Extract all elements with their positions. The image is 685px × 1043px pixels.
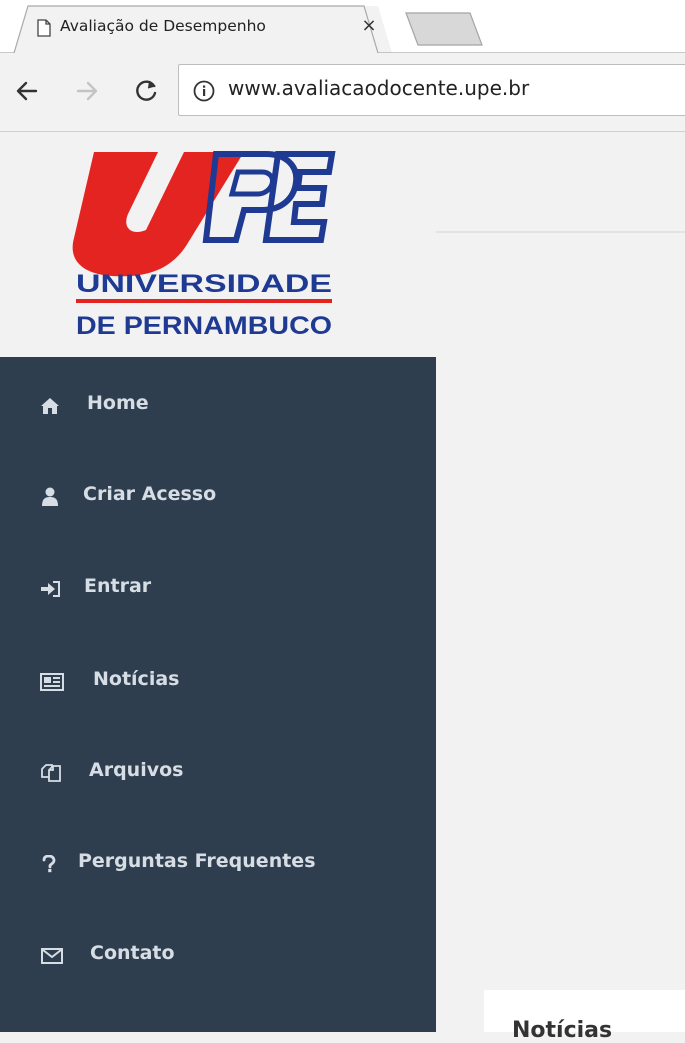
logo-text-line1: UNIVERSIDADE: [76, 270, 332, 298]
home-icon: [41, 398, 59, 414]
reload-icon[interactable]: [134, 76, 160, 106]
tab-title-fade: [296, 10, 350, 44]
sidebar-item-label: Perguntas Frequentes: [78, 850, 316, 872]
logo-text-line2: DE PERNAMBUCO: [76, 312, 332, 340]
question-icon: [42, 855, 56, 873]
sidebar-item-label: Criar Acesso: [83, 483, 217, 505]
info-icon[interactable]: [193, 80, 215, 102]
envelope-icon: [41, 948, 63, 964]
url-text[interactable]: www.avaliacaodocente.upe.br: [228, 76, 529, 100]
sidebar-item-label: Home: [87, 392, 149, 414]
tab-close-button[interactable]: ×: [358, 13, 380, 39]
sign-in-icon: [41, 581, 60, 597]
back-arrow-icon[interactable]: [14, 76, 40, 106]
newspaper-icon: [40, 673, 64, 691]
sidebar-item-home[interactable]: Home: [0, 376, 436, 436]
user-icon: [42, 487, 58, 506]
sidebar-item-noticias[interactable]: Notícias: [0, 652, 436, 712]
news-section-title: Notícias: [512, 1018, 613, 1043]
sidebar-item-label: Notícias: [93, 668, 180, 690]
forward-arrow-icon[interactable]: [74, 76, 100, 106]
sidebar-item-entrar[interactable]: Entrar: [0, 559, 436, 619]
sidebar-item-label: Contato: [90, 942, 175, 964]
sidebar-item-criar-acesso[interactable]: Criar Acesso: [0, 467, 436, 527]
new-tab-button[interactable]: [402, 11, 486, 47]
sidebar-item-label: Entrar: [84, 575, 152, 597]
sidebar-item-arquivos[interactable]: Arquivos: [0, 743, 436, 803]
page-icon: [37, 19, 51, 37]
sidebar-item-label: Arquivos: [89, 759, 184, 781]
sidebar-item-contato[interactable]: Contato: [0, 926, 436, 986]
header-divider: [436, 231, 685, 233]
sidebar-item-perguntas-frequentes[interactable]: Perguntas Frequentes: [0, 834, 436, 894]
upe-logo: UNIVERSIDADE DE PERNAMBUCO: [72, 151, 336, 340]
files-icon: [41, 764, 61, 782]
